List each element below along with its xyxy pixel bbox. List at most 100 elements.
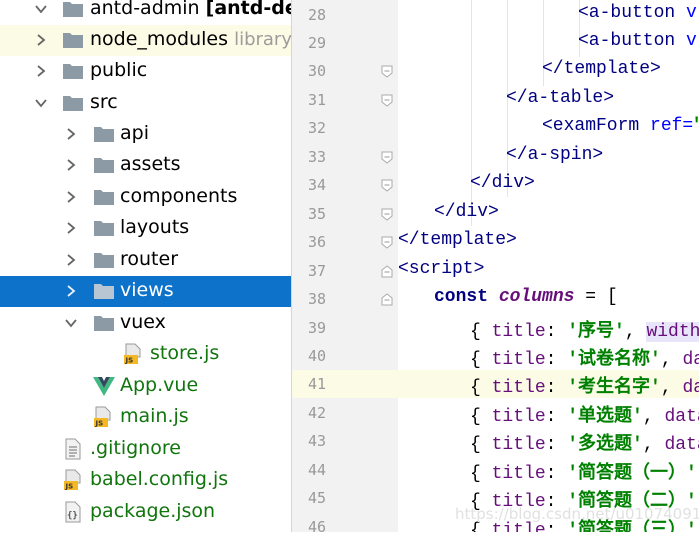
line-number: 34	[307, 176, 326, 194]
fold-end-icon[interactable]	[381, 65, 393, 78]
tree-item-babel-config[interactable]: JS babel.config.js	[0, 465, 291, 496]
gutter-line: 42	[292, 399, 398, 427]
line-number: 29	[307, 34, 326, 52]
code-line[interactable]: </a-table>	[398, 86, 699, 114]
chevron-down-icon[interactable]	[34, 96, 48, 110]
chevron-right-icon[interactable]	[34, 33, 48, 47]
tree-item-main-js[interactable]: JS main.js	[0, 402, 291, 433]
code-line[interactable]: <script>	[398, 257, 699, 285]
code-line[interactable]: { title: '序号', width:	[398, 314, 699, 342]
gutter-line: 35	[292, 200, 398, 228]
tree-item-api[interactable]: api	[0, 119, 291, 150]
chevron-down-icon[interactable]	[64, 316, 78, 330]
gutter-line: 45	[292, 484, 398, 512]
gutter-line: 31	[292, 86, 398, 114]
fold-end-icon[interactable]	[381, 236, 393, 249]
line-number: 36	[307, 233, 326, 251]
tree-item-components[interactable]: components	[0, 182, 291, 213]
line-number: 30	[307, 62, 326, 80]
line-number: 41	[307, 375, 326, 393]
tree-item-label: src	[90, 91, 118, 113]
code-line[interactable]: { title: '多选题', dataI	[398, 427, 699, 455]
vue-file-icon	[93, 377, 115, 396]
code-line[interactable]: { title: '单选题', dataI	[398, 399, 699, 427]
chevron-right-icon[interactable]	[64, 221, 78, 235]
chevron-right-icon[interactable]	[64, 190, 78, 204]
gutter-line: 38	[292, 285, 398, 313]
folder-icon	[94, 284, 114, 299]
js-file-icon: JS	[64, 469, 81, 491]
gutter-line: 33	[292, 143, 398, 171]
chevron-right-icon[interactable]	[64, 158, 78, 172]
code-line[interactable]: <a-button v-	[398, 29, 699, 57]
tree-item-public[interactable]: public	[0, 56, 291, 87]
fold-end-icon[interactable]	[381, 208, 393, 221]
tree-item-project-root[interactable]: antd-admin [antd-demo]	[0, 0, 291, 25]
folder-icon	[94, 127, 114, 142]
line-number: 39	[307, 319, 326, 337]
chevron-down-icon[interactable]	[34, 2, 48, 16]
tree-item-layouts[interactable]: layouts	[0, 213, 291, 244]
code-line[interactable]: { title: '试卷名称', dat	[398, 342, 699, 370]
code-editor[interactable]: <a-button v- <a-button v- </template> </…	[398, 0, 699, 532]
gutter-line: 36	[292, 228, 398, 256]
tree-item-package-json[interactable]: {} package.json	[0, 497, 291, 528]
code-line[interactable]: { title: '简答题（一）',	[398, 456, 699, 484]
line-number: 46	[307, 518, 326, 536]
code-line[interactable]: </template>	[398, 228, 699, 256]
code-line-current[interactable]: { title: '考生名字', dat	[398, 370, 699, 398]
code-line[interactable]: </a-spin>	[398, 143, 699, 171]
line-number: 37	[307, 262, 326, 280]
chevron-right-icon[interactable]	[64, 127, 78, 141]
line-number: 33	[307, 148, 326, 166]
tree-item-views[interactable]: views	[0, 276, 291, 307]
code-line[interactable]: </div>	[398, 171, 699, 199]
library-note: library r	[234, 29, 291, 50]
line-number: 35	[307, 205, 326, 223]
tree-item-app-vue[interactable]: App.vue	[0, 371, 291, 402]
code-line[interactable]: </div>	[398, 200, 699, 228]
chevron-right-icon[interactable]	[64, 253, 78, 267]
code-line[interactable]: <a-button v-	[398, 1, 699, 29]
svg-text:JS: JS	[65, 483, 74, 491]
tree-item-router[interactable]: router	[0, 245, 291, 276]
tree-item-label: App.vue	[120, 374, 199, 396]
fold-start-icon[interactable]	[381, 293, 393, 306]
code-line[interactable]: const columns = [	[398, 285, 699, 313]
tree-item-label: package.json	[90, 500, 216, 522]
tree-item-store-js[interactable]: JS store.js	[0, 339, 291, 370]
tree-item-label: components	[120, 185, 238, 207]
tree-item-label: api	[120, 122, 149, 144]
folder-icon	[94, 316, 114, 331]
gutter-line: 43	[292, 427, 398, 455]
folder-icon	[63, 96, 83, 111]
fold-end-icon[interactable]	[381, 151, 393, 164]
editor-gutter: 28 29 30 31 32 33 34 35 36 37 38 39 40 4…	[292, 0, 398, 536]
code-line[interactable]: </template>	[398, 57, 699, 85]
tree-item-gitignore[interactable]: .gitignore	[0, 434, 291, 465]
fold-end-icon[interactable]	[381, 94, 393, 107]
svg-text:{}: {}	[67, 511, 78, 521]
tree-item-src[interactable]: src	[0, 88, 291, 119]
tree-item-vuex[interactable]: vuex	[0, 308, 291, 339]
tree-item-node-modules[interactable]: node_modules library r	[0, 25, 291, 56]
gutter-line-current: 41	[292, 370, 398, 398]
tree-item-label: assets	[120, 153, 181, 175]
tree-item-label: store.js	[150, 342, 220, 364]
fold-end-icon[interactable]	[381, 179, 393, 192]
folder-icon	[63, 2, 83, 17]
svg-text:JS: JS	[95, 420, 104, 428]
svg-text:JS: JS	[125, 357, 134, 365]
chevron-right-icon[interactable]	[64, 284, 78, 298]
line-number: 44	[307, 461, 326, 479]
line-number: 42	[307, 404, 326, 422]
folder-icon	[94, 253, 114, 268]
line-number: 38	[307, 290, 326, 308]
line-number: 43	[307, 432, 326, 450]
line-number: 31	[307, 91, 326, 109]
folder-icon	[94, 190, 114, 205]
code-line[interactable]: <examForm ref="m	[398, 114, 699, 142]
fold-start-icon[interactable]	[381, 265, 393, 278]
chevron-right-icon[interactable]	[34, 64, 48, 78]
tree-item-assets[interactable]: assets	[0, 150, 291, 181]
